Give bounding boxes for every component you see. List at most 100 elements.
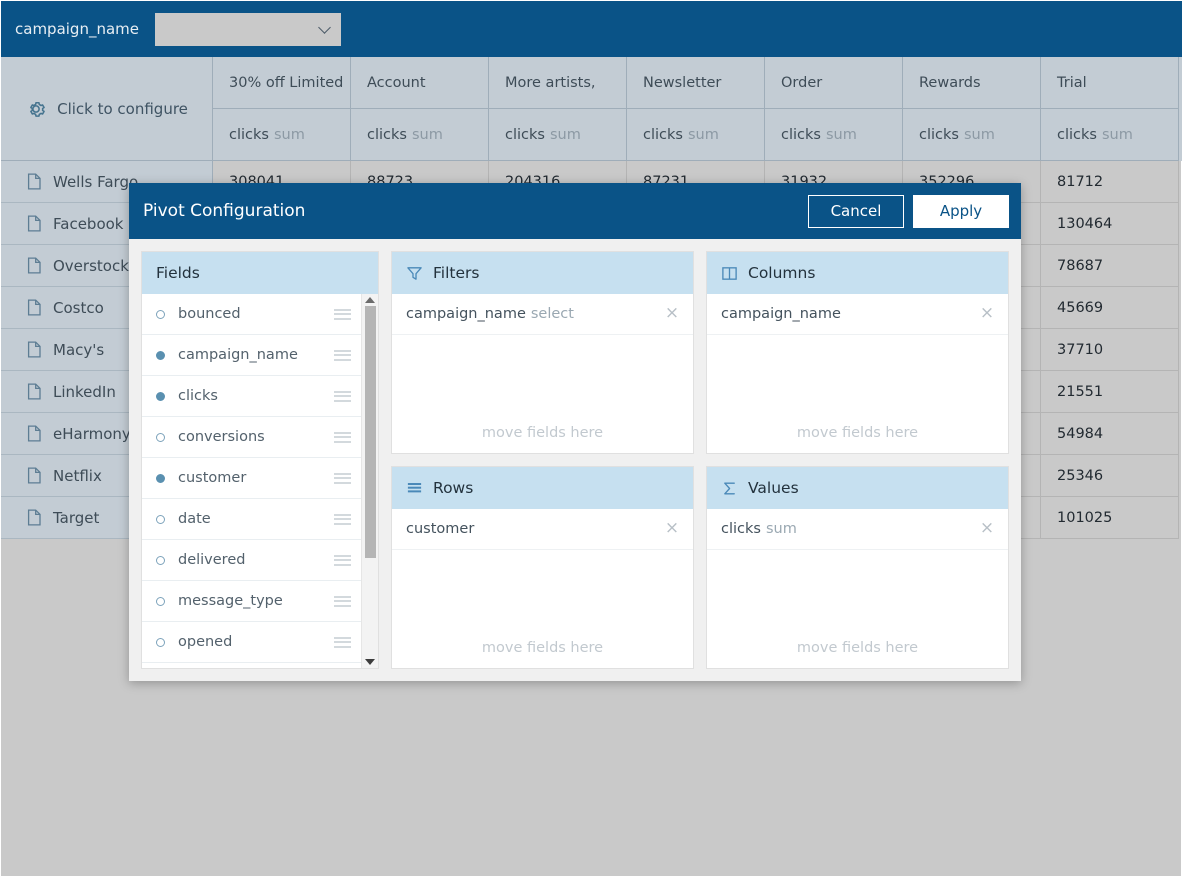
filter-value-select[interactable] — [155, 13, 341, 46]
column-header[interactable]: More artists, — [489, 57, 627, 109]
drag-handle-icon[interactable] — [334, 637, 351, 648]
measure-header[interactable]: clickssum — [489, 109, 627, 161]
field-list-item[interactable]: message_type — [142, 581, 361, 622]
field-list-item[interactable]: date — [142, 499, 361, 540]
table-cell: 21551 — [1041, 371, 1179, 413]
field-list-item[interactable]: delivered — [142, 540, 361, 581]
cancel-button[interactable]: Cancel — [808, 195, 904, 228]
column-header-row: 30% off LimitedAccountMore artists, Newsl… — [213, 57, 1182, 109]
measure-header[interactable]: clickssum — [351, 109, 489, 161]
field-unselected-dot-icon[interactable] — [156, 310, 165, 319]
scroll-up-arrow-icon[interactable] — [365, 297, 375, 303]
measure-header[interactable]: clickssum — [765, 109, 903, 161]
remove-chip-close-icon[interactable]: × — [663, 305, 681, 323]
field-name-label: campaign_name — [178, 347, 334, 363]
rows-icon — [406, 480, 423, 497]
column-header[interactable]: Rewards — [903, 57, 1041, 109]
scrollbar-thumb[interactable] — [365, 306, 376, 558]
scroll-down-arrow-icon[interactable] — [365, 659, 375, 665]
drag-handle-icon[interactable] — [334, 555, 351, 566]
field-unselected-dot-icon[interactable] — [156, 433, 165, 442]
drag-handle-icon[interactable] — [334, 596, 351, 607]
drag-handle-icon[interactable] — [334, 473, 351, 484]
field-unselected-dot-icon[interactable] — [156, 638, 165, 647]
pivot-configuration-dialog: Pivot Configuration Cancel Apply Fields … — [129, 183, 1021, 681]
sigma-icon — [721, 480, 738, 497]
apply-button[interactable]: Apply — [913, 195, 1009, 228]
field-list-item[interactable]: conversions — [142, 417, 361, 458]
field-name-label: opened — [178, 634, 334, 650]
table-cell: 54984 — [1041, 413, 1179, 455]
table-cell: 101025 — [1041, 497, 1179, 539]
measure-name: clicks — [367, 127, 407, 143]
zone-panel-filters[interactable]: Filterscampaign_nameselect×move fields h… — [391, 251, 694, 454]
field-name-label: bounced — [178, 306, 334, 322]
zone-body-filters[interactable]: campaign_nameselect×move fields here — [392, 294, 693, 453]
field-list-item[interactable]: clicks — [142, 376, 361, 417]
drag-handle-icon[interactable] — [334, 432, 351, 443]
table-cell: 25346 — [1041, 455, 1179, 497]
field-list-item[interactable]: opened — [142, 622, 361, 663]
zone-chip[interactable]: campaign_nameselect× — [392, 294, 693, 335]
measure-name: clicks — [229, 127, 269, 143]
zone-chip[interactable]: customer× — [392, 509, 693, 550]
column-header[interactable]: Account — [351, 57, 489, 109]
field-list-item[interactable]: bounced — [142, 294, 361, 335]
column-header[interactable]: Trial — [1041, 57, 1179, 109]
document-icon — [27, 341, 42, 358]
document-icon — [27, 467, 42, 484]
funnel-icon — [406, 265, 423, 282]
remove-chip-close-icon[interactable]: × — [978, 305, 996, 323]
zone-panel-columns[interactable]: Columns campaign_name×move fields here — [706, 251, 1009, 454]
filter-bar: campaign_name — [1, 1, 1182, 57]
drag-handle-icon[interactable] — [334, 350, 351, 361]
drag-handle-icon[interactable] — [334, 514, 351, 525]
measure-name: clicks — [781, 127, 821, 143]
zone-body-values[interactable]: clickssum×move fields here — [707, 509, 1008, 668]
measure-header[interactable]: clickssum — [903, 109, 1041, 161]
table-cell: 45669 — [1041, 287, 1179, 329]
table-cell: 78687 — [1041, 245, 1179, 287]
scrollbar-track[interactable] — [365, 306, 376, 656]
field-selected-dot-icon[interactable] — [156, 392, 165, 401]
remove-chip-close-icon[interactable]: × — [978, 520, 996, 538]
drag-handle-icon[interactable] — [334, 391, 351, 402]
column-header-label: Newsletter — [643, 75, 721, 91]
field-selected-dot-icon[interactable] — [156, 351, 165, 360]
row-header-label: Target — [53, 509, 99, 527]
zone-chip[interactable]: campaign_name× — [707, 294, 1008, 335]
zone-placeholder: move fields here — [707, 640, 1008, 656]
zone-panel-rows[interactable]: Rows customer×move fields here — [391, 466, 694, 669]
measure-aggregation: sum — [688, 127, 719, 143]
field-name-label: delivered — [178, 552, 334, 568]
field-unselected-dot-icon[interactable] — [156, 556, 165, 565]
fields-scrollbar[interactable] — [361, 294, 378, 668]
drag-handle-icon[interactable] — [334, 309, 351, 320]
cell-value: 78687 — [1057, 258, 1103, 274]
field-unselected-dot-icon[interactable] — [156, 597, 165, 606]
remove-chip-close-icon[interactable]: × — [663, 520, 681, 538]
measure-header[interactable]: clickssum — [627, 109, 765, 161]
zone-chip-sub[interactable]: sum — [766, 521, 797, 537]
field-list-item[interactable]: campaign_name — [142, 335, 361, 376]
document-icon — [27, 383, 42, 400]
zone-title: Columns — [748, 264, 815, 282]
configure-button[interactable]: Click to configure — [1, 57, 213, 161]
zone-body-columns[interactable]: campaign_name×move fields here — [707, 294, 1008, 453]
measure-header[interactable]: clickssum — [213, 109, 351, 161]
column-header[interactable]: Newsletter — [627, 57, 765, 109]
column-header[interactable]: Order — [765, 57, 903, 109]
zone-chip-sub[interactable]: select — [531, 306, 574, 322]
field-unselected-dot-icon[interactable] — [156, 515, 165, 524]
zone-chip[interactable]: clickssum× — [707, 509, 1008, 550]
field-selected-dot-icon[interactable] — [156, 474, 165, 483]
zone-title: Rows — [433, 479, 473, 497]
measure-header[interactable]: clickssum — [1041, 109, 1179, 161]
fields-list: bounced campaign_nameclicksconversionscus… — [142, 294, 361, 668]
zone-body-rows[interactable]: customer×move fields here — [392, 509, 693, 668]
column-header-label: Trial — [1057, 75, 1087, 91]
column-header[interactable]: 30% off Limited — [213, 57, 351, 109]
zone-panel-values[interactable]: Valuesclickssum×move fields here — [706, 466, 1009, 669]
row-header-label: Facebook — [53, 215, 123, 233]
field-list-item[interactable]: customer — [142, 458, 361, 499]
